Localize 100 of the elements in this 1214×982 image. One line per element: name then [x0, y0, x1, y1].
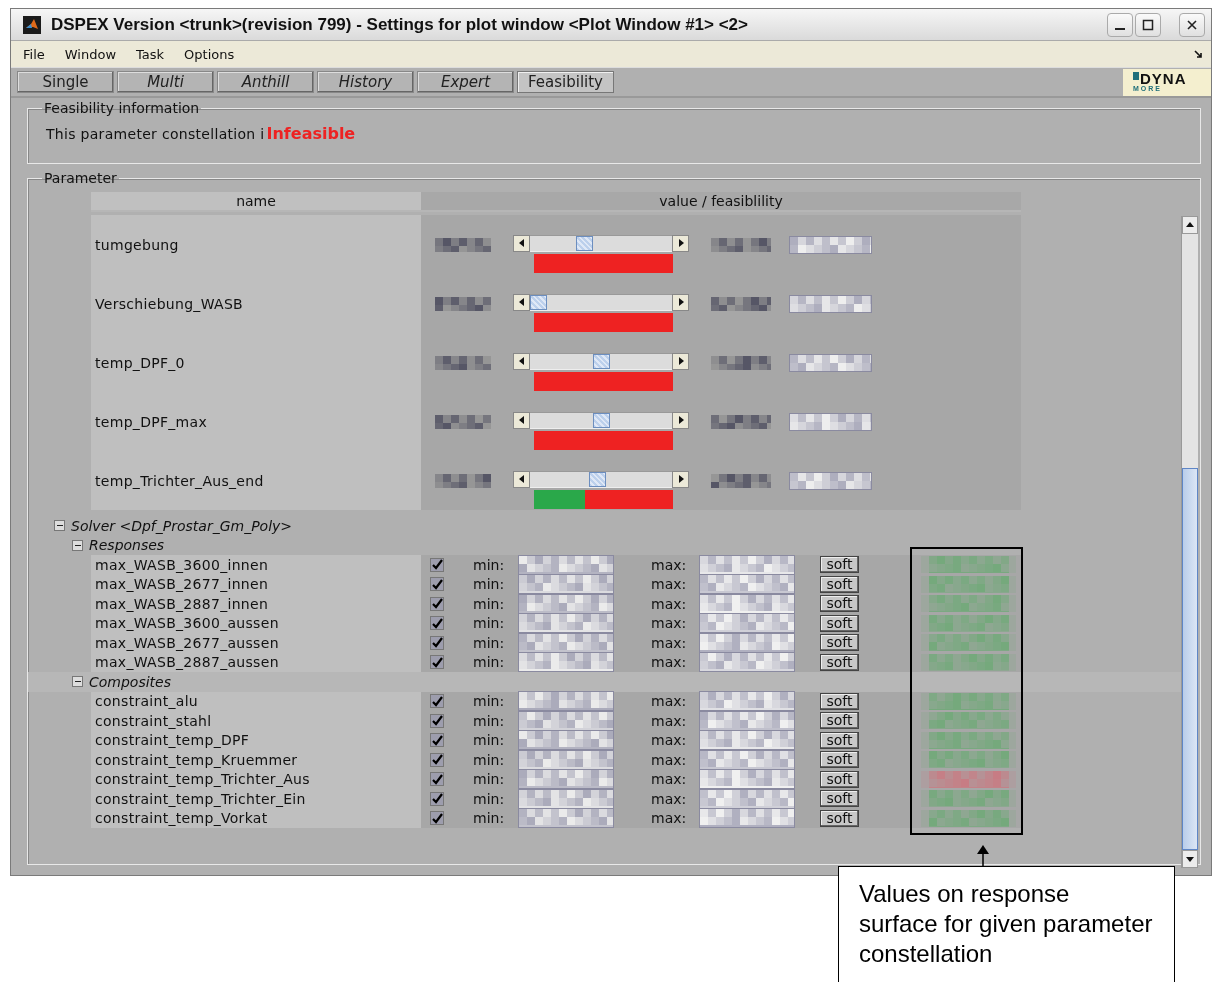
min-field[interactable]: [518, 593, 614, 614]
checkbox[interactable]: [430, 577, 444, 592]
value-field[interactable]: [789, 412, 872, 431]
max-field[interactable]: [699, 554, 795, 575]
soft-button[interactable]: soft: [820, 556, 859, 574]
tab[interactable]: Single: [17, 71, 114, 93]
slider-thumb[interactable]: [592, 412, 610, 428]
value-field[interactable]: [789, 294, 872, 313]
slider-right-button[interactable]: [672, 411, 689, 429]
slider-left-button[interactable]: [513, 293, 530, 311]
max-field[interactable]: [699, 691, 795, 712]
min-field[interactable]: [518, 554, 614, 575]
checkbox[interactable]: [430, 694, 444, 709]
slider-thumb[interactable]: [530, 294, 547, 310]
min-field[interactable]: [518, 691, 614, 712]
slider-left-button[interactable]: [513, 411, 530, 429]
min-field[interactable]: [518, 769, 614, 790]
undock-arrow-icon[interactable]: [1194, 49, 1203, 59]
soft-button[interactable]: soft: [820, 634, 859, 652]
min-field[interactable]: [518, 788, 614, 809]
slider-left-button[interactable]: [513, 352, 530, 370]
slider-left-button[interactable]: [513, 234, 530, 252]
checkbox[interactable]: [430, 616, 444, 631]
soft-button[interactable]: soft: [820, 809, 859, 827]
max-field[interactable]: [699, 769, 795, 790]
min-label: min:: [473, 771, 506, 788]
max-field[interactable]: [699, 574, 795, 595]
max-label: max:: [651, 595, 688, 612]
slider-thumb[interactable]: [576, 235, 594, 251]
slider-right-button[interactable]: [672, 293, 689, 311]
max-field[interactable]: [699, 613, 795, 634]
checkbox[interactable]: [430, 772, 444, 787]
window-title: DSPEX Version <trunk>(revision 799) - Settings for plot window <Plot Window #1> <2>: [51, 14, 749, 35]
scrollbar-thumb[interactable]: [1182, 468, 1198, 850]
minimize-icon: [1115, 27, 1125, 30]
soft-button[interactable]: soft: [820, 692, 859, 710]
collapse-toggle[interactable]: [54, 520, 65, 532]
soft-button[interactable]: soft: [820, 595, 859, 613]
tree-node-label: Solver <Dpf_Prostar_Gm_Poly>: [71, 517, 293, 534]
value-field[interactable]: [789, 235, 872, 254]
soft-button[interactable]: soft: [820, 731, 859, 749]
arrow-right-icon: [676, 357, 685, 365]
arrow-right-icon: [676, 475, 685, 483]
slider-thumb[interactable]: [592, 353, 610, 369]
soft-button[interactable]: soft: [820, 653, 859, 671]
maximize-button[interactable]: [1135, 12, 1161, 37]
max-field[interactable]: [699, 730, 795, 751]
min-field[interactable]: [518, 730, 614, 751]
max-field[interactable]: [699, 593, 795, 614]
soft-button[interactable]: soft: [820, 790, 859, 808]
checkbox[interactable]: [430, 752, 444, 767]
value-field[interactable]: [789, 471, 872, 490]
min-field[interactable]: [518, 749, 614, 770]
arrow-up-icon: [1186, 221, 1194, 229]
collapse-toggle[interactable]: [72, 539, 83, 551]
parameter-name: tumgebung: [91, 215, 421, 274]
tab[interactable]: Feasibility: [517, 71, 614, 93]
slider-right-button[interactable]: [672, 470, 689, 488]
close-button[interactable]: [1179, 12, 1205, 37]
checkbox[interactable]: [430, 733, 444, 748]
max-field[interactable]: [699, 808, 795, 829]
slider-left-button[interactable]: [513, 470, 530, 488]
min-field[interactable]: [518, 632, 614, 653]
menu-item[interactable]: File: [23, 46, 55, 62]
slider-thumb[interactable]: [588, 471, 606, 487]
slider-right-button[interactable]: [672, 234, 689, 252]
min-field[interactable]: [518, 613, 614, 634]
soft-button[interactable]: soft: [820, 770, 859, 788]
max-field[interactable]: [699, 710, 795, 731]
min-field[interactable]: [518, 652, 614, 673]
menu-item[interactable]: Window: [54, 46, 127, 62]
max-field[interactable]: [699, 652, 795, 673]
max-label: max:: [651, 810, 688, 827]
group-title: Feasibility information: [43, 100, 201, 116]
blurred-value: [435, 414, 491, 429]
soft-button[interactable]: soft: [820, 575, 859, 593]
min-label: min:: [473, 556, 506, 573]
checkbox[interactable]: [430, 811, 444, 826]
menu-item[interactable]: Options: [174, 46, 245, 62]
menu-item[interactable]: Task: [126, 46, 175, 62]
scrollbar[interactable]: [1181, 216, 1198, 868]
slider-right-button[interactable]: [672, 352, 689, 370]
soft-button[interactable]: soft: [820, 751, 859, 769]
min-field[interactable]: [518, 710, 614, 731]
checkbox[interactable]: [430, 713, 444, 728]
checkbox[interactable]: [430, 655, 444, 670]
soft-button[interactable]: soft: [820, 614, 859, 632]
min-field[interactable]: [518, 808, 614, 829]
value-field[interactable]: [789, 353, 872, 372]
max-field[interactable]: [699, 788, 795, 809]
checkbox[interactable]: [430, 557, 444, 572]
checkbox[interactable]: [430, 596, 444, 611]
minimize-button[interactable]: [1107, 12, 1133, 37]
max-field[interactable]: [699, 632, 795, 653]
max-field[interactable]: [699, 749, 795, 770]
soft-button[interactable]: soft: [820, 712, 859, 730]
checkbox[interactable]: [430, 635, 444, 650]
checkbox[interactable]: [430, 791, 444, 806]
collapse-toggle[interactable]: [72, 676, 83, 688]
min-field[interactable]: [518, 574, 614, 595]
